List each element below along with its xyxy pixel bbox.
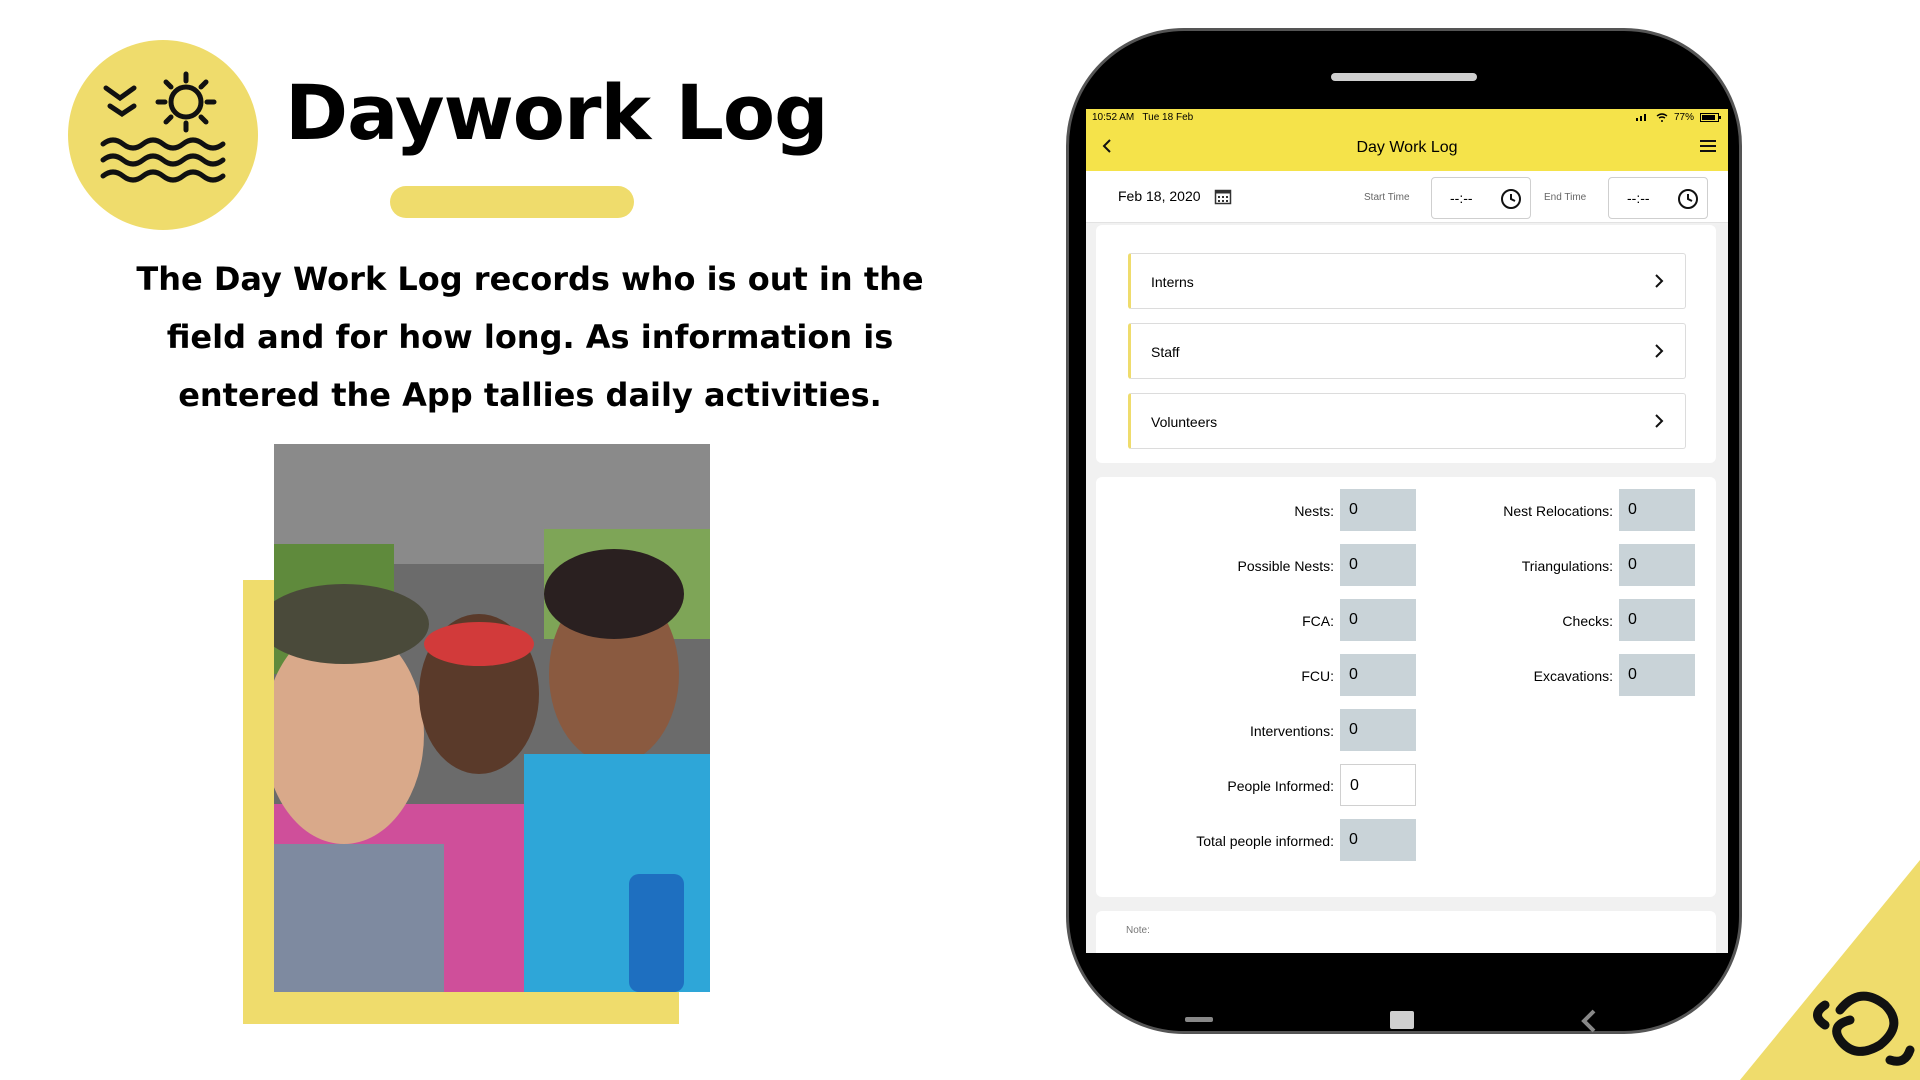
status-date: Tue 18 Feb bbox=[1142, 111, 1194, 123]
people-informed-input[interactable]: 0 bbox=[1340, 764, 1416, 806]
field-label: Nests: bbox=[1294, 503, 1334, 519]
start-time-value: --:-- bbox=[1450, 190, 1473, 206]
total-people-informed-input: 0 bbox=[1340, 819, 1416, 861]
recents-button[interactable] bbox=[1185, 1017, 1213, 1022]
activity-counts-card: Nests: 0 Possible Nests: 0 FCA: 0 FCU: 0… bbox=[1096, 477, 1716, 897]
clock-icon bbox=[1678, 189, 1698, 209]
group-row-volunteers[interactable]: Volunteers bbox=[1128, 393, 1686, 449]
excavations-input[interactable]: 0 bbox=[1619, 654, 1695, 696]
fca-input[interactable]: 0 bbox=[1340, 599, 1416, 641]
group-row-interns[interactable]: Interns bbox=[1128, 253, 1686, 309]
app-screen: 10:52 AM Tue 18 Feb 77% Day Work Log Feb… bbox=[1086, 109, 1728, 953]
signal-icon bbox=[1635, 114, 1646, 121]
corner-decoration bbox=[1740, 860, 1920, 1080]
field-label: Excavations: bbox=[1533, 668, 1613, 684]
field-label: People Informed: bbox=[1227, 778, 1334, 794]
chevron-left-icon bbox=[1102, 139, 1111, 153]
possible-nests-input[interactable]: 0 bbox=[1340, 544, 1416, 586]
tablet-device: 10:52 AM Tue 18 Feb 77% Day Work Log Feb… bbox=[1066, 28, 1742, 1034]
status-indicators: 77% bbox=[1635, 111, 1722, 123]
slide-description: The Day Work Log records who is out in t… bbox=[136, 260, 924, 414]
triangulations-input[interactable]: 0 bbox=[1619, 544, 1695, 586]
wifi-icon bbox=[1656, 112, 1668, 122]
home-button[interactable] bbox=[1390, 1011, 1414, 1029]
field-label: Checks: bbox=[1562, 613, 1613, 629]
slide-title: Daywork Log bbox=[285, 68, 829, 157]
end-time-value: --:-- bbox=[1627, 190, 1650, 206]
field-label: Triangulations: bbox=[1521, 558, 1613, 574]
note-label: Note: bbox=[1126, 925, 1150, 936]
field-label: Total people informed: bbox=[1196, 833, 1334, 849]
clock-icon bbox=[1501, 189, 1521, 209]
status-time-date: 10:52 AM Tue 18 Feb bbox=[1092, 112, 1193, 123]
battery-icon bbox=[1700, 112, 1721, 122]
people-groups-card: Interns Staff Volunteers bbox=[1096, 225, 1716, 463]
app-header: Day Work Log bbox=[1086, 125, 1728, 171]
chevron-right-icon bbox=[1655, 274, 1664, 288]
sun-over-water-logo bbox=[68, 40, 258, 230]
field-label: Interventions: bbox=[1249, 723, 1334, 739]
android-nav-bar bbox=[1069, 953, 1739, 1033]
group-label: Staff bbox=[1151, 344, 1180, 360]
group-label: Volunteers bbox=[1151, 414, 1218, 430]
field-label: FCU: bbox=[1301, 668, 1334, 684]
fcu-input[interactable]: 0 bbox=[1340, 654, 1416, 696]
menu-button[interactable] bbox=[1700, 139, 1716, 158]
chevron-right-icon bbox=[1655, 414, 1664, 428]
nest-relocations-input[interactable]: 0 bbox=[1619, 489, 1695, 531]
app-header-title: Day Work Log bbox=[1356, 139, 1458, 156]
back-button[interactable] bbox=[1100, 137, 1114, 160]
group-label: Interns bbox=[1151, 274, 1194, 290]
field-label: Possible Nests: bbox=[1237, 558, 1334, 574]
field-label: Nest Relocations: bbox=[1503, 503, 1613, 519]
start-time-field[interactable]: --:-- bbox=[1431, 177, 1531, 219]
status-bar: 10:52 AM Tue 18 Feb 77% bbox=[1086, 109, 1728, 125]
checks-input[interactable]: 0 bbox=[1619, 599, 1695, 641]
date-time-bar: Feb 18, 2020 Start Time --:-- End Time -… bbox=[1086, 171, 1728, 223]
date-value[interactable]: Feb 18, 2020 bbox=[1118, 188, 1201, 204]
volunteers-photo bbox=[274, 444, 710, 992]
group-row-staff[interactable]: Staff bbox=[1128, 323, 1686, 379]
chevron-right-icon bbox=[1655, 344, 1664, 358]
sun-icon bbox=[100, 71, 226, 183]
nests-input[interactable]: 0 bbox=[1340, 489, 1416, 531]
interventions-input[interactable]: 0 bbox=[1340, 709, 1416, 751]
battery-percent: 77% bbox=[1673, 111, 1694, 123]
status-time: 10:52 AM bbox=[1092, 111, 1135, 123]
note-card[interactable]: Note: bbox=[1096, 911, 1716, 953]
end-time-label: End Time bbox=[1544, 192, 1587, 203]
hamburger-menu-icon bbox=[1700, 140, 1716, 152]
start-time-label: Start Time bbox=[1364, 192, 1410, 203]
end-time-field[interactable]: --:-- bbox=[1608, 177, 1708, 219]
speaker-grille bbox=[1331, 73, 1477, 81]
calendar-icon[interactable] bbox=[1214, 187, 1232, 210]
field-label: FCA: bbox=[1302, 613, 1334, 629]
back-nav-icon[interactable] bbox=[1579, 1008, 1599, 1034]
title-underline bbox=[390, 186, 634, 218]
